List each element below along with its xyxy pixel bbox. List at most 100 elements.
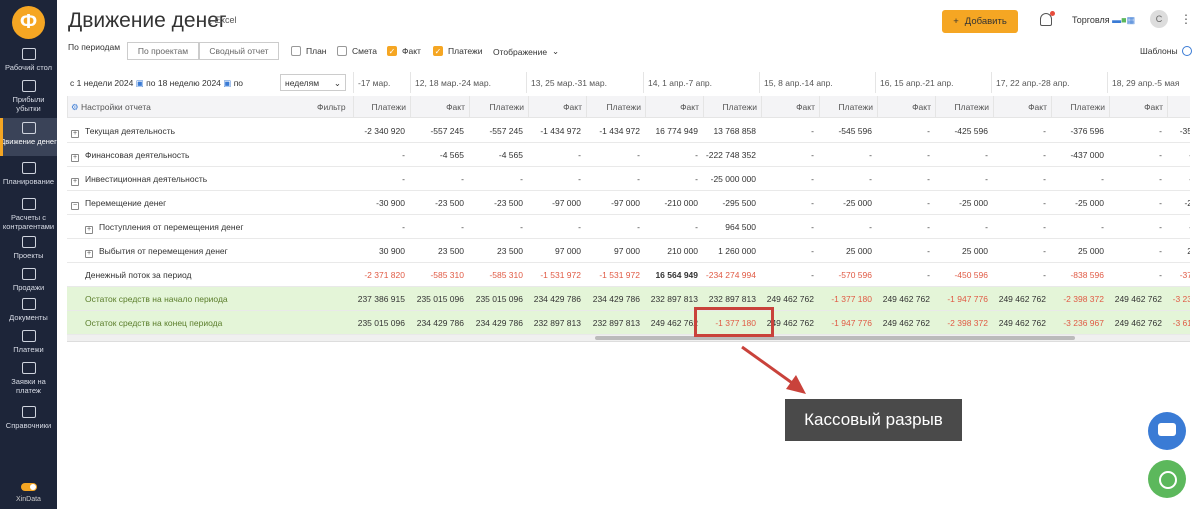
table-cell: 232 897 813 bbox=[592, 318, 640, 328]
week-header: 12, 18 мар.-24 мар. bbox=[410, 72, 526, 93]
templates-button[interactable]: Шаблоны bbox=[1140, 46, 1192, 56]
table-cell: -2 398 372 bbox=[1063, 294, 1104, 304]
report-settings-button[interactable]: ⚙ Настройки отчета bbox=[71, 102, 151, 113]
table-row: + Поступления от перемещения денег - - - - - -9… bbox=[67, 215, 1190, 239]
company-selector[interactable]: Торговля ▬■▦ bbox=[1072, 15, 1135, 26]
expand-icon[interactable]: + bbox=[71, 154, 79, 162]
nav-planning[interactable]: Планирование bbox=[0, 162, 57, 186]
logo[interactable]: Ф bbox=[12, 6, 45, 39]
table-cell: 234 429 786 bbox=[475, 318, 523, 328]
tab-projects[interactable]: По проектам bbox=[127, 42, 199, 60]
table-cell: -450 596 bbox=[954, 270, 988, 280]
table-cell: -3 61 bbox=[1172, 318, 1190, 328]
nav-projects[interactable]: Проекты bbox=[0, 236, 57, 260]
table-cell: - bbox=[1043, 270, 1046, 280]
nav-payments[interactable]: Платежи bbox=[0, 330, 57, 354]
tab-periods[interactable]: По периодам bbox=[68, 42, 120, 52]
cash-gap-label: Кассовый разрыв bbox=[785, 399, 962, 441]
gear-icon: ⚙ bbox=[71, 102, 79, 112]
column-header: Факт bbox=[761, 96, 819, 118]
table-cell: -25 000 bbox=[959, 198, 988, 208]
payments-icon bbox=[21, 330, 36, 342]
documents-icon bbox=[21, 298, 36, 310]
calendar-icon[interactable]: ▣ bbox=[136, 78, 144, 88]
plan-checkbox[interactable]: План bbox=[291, 46, 327, 56]
table-cell: -376 596 bbox=[1070, 126, 1104, 136]
nav-directory[interactable]: Справочники bbox=[0, 406, 57, 430]
column-header: Платежи bbox=[935, 96, 993, 118]
chat-icon[interactable] bbox=[1148, 412, 1186, 450]
row-label: Остаток средств на начало периода bbox=[85, 294, 228, 304]
table-cell: - bbox=[927, 246, 930, 256]
table-row: + Текущая деятельность -2 340 920 -557 245 -… bbox=[67, 119, 1190, 143]
report-grid: -17 мар. 12, 18 мар.-24 мар. 13, 25 мар.-3… bbox=[67, 72, 1190, 342]
table-cell: - bbox=[402, 150, 405, 160]
period-select[interactable]: неделям ⌄ bbox=[280, 74, 346, 91]
table-cell: 232 897 813 bbox=[533, 318, 581, 328]
estimate-checkbox[interactable]: Смета bbox=[337, 46, 377, 56]
table-cell: 2 bbox=[1167, 246, 1190, 256]
excel-export-button[interactable]: ⤓ Excel bbox=[208, 15, 237, 26]
checkbox-icon bbox=[291, 46, 301, 56]
avatar[interactable]: С bbox=[1150, 10, 1168, 28]
nav-profit[interactable]: Прибыли убытки bbox=[0, 80, 57, 113]
table-cell: -1 434 972 bbox=[599, 126, 640, 136]
nav-documents[interactable]: Документы bbox=[0, 298, 57, 322]
table-cell: -2 398 372 bbox=[947, 318, 988, 328]
display-dropdown[interactable]: Отображение ⌄ bbox=[493, 46, 559, 57]
support-icon[interactable] bbox=[1148, 460, 1186, 498]
table-cell: -557 245 bbox=[430, 126, 464, 136]
more-icon[interactable]: ⋮ bbox=[1180, 12, 1192, 26]
expand-icon[interactable]: + bbox=[71, 178, 79, 186]
add-button[interactable]: + Добавить bbox=[942, 10, 1018, 33]
nav-requests[interactable]: Заявки на платеж bbox=[0, 362, 57, 395]
table-cell: 97 000 bbox=[614, 246, 640, 256]
collapse-icon[interactable]: − bbox=[71, 202, 79, 210]
table-cell: -23 500 bbox=[435, 198, 464, 208]
filter-label[interactable]: Фильтр bbox=[317, 102, 346, 112]
week-header: 13, 25 мар.-31 мар. bbox=[526, 72, 643, 93]
table-cell: 16 564 949 bbox=[655, 270, 698, 280]
download-icon: ⤓ bbox=[208, 15, 212, 25]
tab-summary[interactable]: Сводный отчет bbox=[199, 42, 279, 60]
table-cell: 235 015 096 bbox=[475, 294, 523, 304]
from-date-input[interactable]: 1 недели 2024 bbox=[77, 78, 134, 88]
table-cell: -585 310 bbox=[489, 270, 523, 280]
nav-sales[interactable]: Продажи bbox=[0, 268, 57, 292]
expand-icon[interactable]: + bbox=[71, 130, 79, 138]
column-header: Платежи bbox=[703, 96, 761, 118]
table-cell: 249 462 762 bbox=[882, 318, 930, 328]
table-cell: -570 596 bbox=[838, 270, 872, 280]
scrollbar-thumb[interactable] bbox=[595, 336, 1075, 340]
table-cell: -1 377 180 bbox=[831, 294, 872, 304]
table-cell: 25 000 bbox=[1078, 246, 1104, 256]
cash-gap-highlight bbox=[694, 307, 774, 337]
nav-desktop[interactable]: Рабочий стол bbox=[0, 48, 57, 72]
table-cell: - bbox=[695, 174, 698, 184]
week-header: 16, 15 апр.-21 апр. bbox=[875, 72, 991, 93]
calendar-icon[interactable]: ▣ bbox=[223, 78, 231, 88]
fact-checkbox[interactable]: ✓ Факт bbox=[387, 46, 421, 56]
table-cell: 234 429 786 bbox=[592, 294, 640, 304]
table-cell: - bbox=[1043, 150, 1046, 160]
table-cell: - bbox=[811, 126, 814, 136]
brand-label: XinData bbox=[16, 496, 41, 503]
table-cell: - bbox=[869, 222, 872, 232]
nav-settlements[interactable]: Расчеты с контрагентами bbox=[0, 198, 57, 231]
table-cell: - bbox=[927, 174, 930, 184]
theme-toggle[interactable] bbox=[21, 483, 37, 491]
to-date-input[interactable]: 18 неделю 2024 bbox=[158, 78, 221, 88]
expand-icon[interactable]: + bbox=[85, 226, 93, 234]
payments-checkbox[interactable]: ✓ Платежи bbox=[433, 46, 482, 56]
table-cell: - bbox=[927, 150, 930, 160]
table-cell: - bbox=[578, 150, 581, 160]
table-cell: - bbox=[811, 174, 814, 184]
nav-cashflow[interactable]: Движение денег bbox=[0, 118, 57, 156]
expand-icon[interactable]: + bbox=[85, 250, 93, 258]
bell-icon[interactable] bbox=[1040, 11, 1055, 26]
week-header: 17, 22 апр.-28 апр. bbox=[991, 72, 1107, 93]
table-cell: - bbox=[1159, 270, 1162, 280]
table-cell: 235 015 096 bbox=[416, 294, 464, 304]
table-cell: -35 bbox=[1179, 126, 1190, 136]
column-header bbox=[1167, 96, 1190, 118]
